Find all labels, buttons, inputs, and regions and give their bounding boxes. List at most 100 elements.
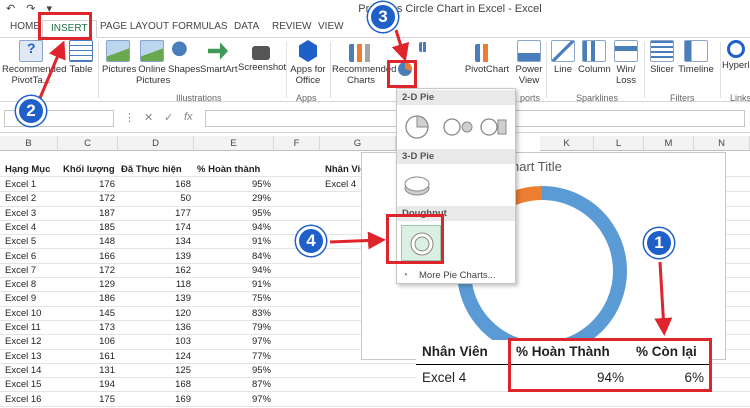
grid-cell[interactable]: Excel 3 — [2, 207, 58, 221]
column-header-b[interactable]: B — [0, 136, 58, 151]
grid-cell[interactable]: 84% — [194, 250, 274, 264]
grid-cell[interactable]: Excel 16 — [2, 393, 58, 407]
header-cell[interactable]: Khối lượng — [60, 163, 120, 177]
bar-chart-small-button[interactable] — [418, 42, 430, 54]
grid-cell[interactable]: 136 — [118, 321, 194, 335]
grid-cell[interactable]: Excel 14 — [2, 364, 58, 378]
grid-cell[interactable]: 83% — [194, 307, 274, 321]
grid-cell[interactable]: Excel 4 — [2, 221, 58, 235]
grid-cell[interactable]: 95% — [194, 178, 274, 192]
apps-for-office-button[interactable]: Apps for Office — [288, 40, 328, 86]
grid-cell[interactable]: 97% — [194, 393, 274, 407]
grid-cell[interactable]: 120 — [118, 307, 194, 321]
header-cell[interactable]: Hạng Mục — [2, 163, 58, 177]
grid-cell[interactable]: 106 — [60, 335, 118, 349]
grid-cell[interactable]: 169 — [118, 393, 194, 407]
pie-of-pie-option-icon[interactable] — [443, 118, 473, 136]
grid-cell[interactable]: 124 — [118, 350, 194, 364]
grid-cell[interactable]: 87% — [194, 378, 274, 392]
column-header-d[interactable]: D — [118, 136, 194, 151]
insert-function-icon[interactable]: fx — [184, 111, 193, 123]
grid-cell[interactable]: 129 — [60, 278, 118, 292]
power-view-button[interactable]: Power View — [514, 40, 544, 86]
grid-cell[interactable]: 139 — [118, 292, 194, 306]
grid-cell[interactable]: Excel 13 — [2, 350, 58, 364]
column-header-l[interactable]: L — [594, 136, 644, 151]
slicer-button[interactable]: Slicer — [648, 40, 676, 75]
grid-cell[interactable]: 185 — [60, 221, 118, 235]
column-header-g[interactable]: G — [320, 136, 396, 151]
recommended-charts-button[interactable]: Recommended Charts — [332, 40, 396, 86]
shapes-button[interactable]: Shapes — [168, 40, 200, 75]
tab-page-layout[interactable]: PAGE LAYOUT — [100, 21, 169, 32]
grid-cell[interactable]: Excel 9 — [2, 292, 58, 306]
grid-cell[interactable]: 186 — [60, 292, 118, 306]
table-cell[interactable]: Excel 4 — [416, 366, 510, 390]
grid-cell[interactable]: 75% — [194, 292, 274, 306]
grid-cell[interactable]: Excel 1 — [2, 178, 58, 192]
sparkline-line-button[interactable]: Line — [550, 40, 576, 75]
recommended-pivottables-button[interactable]: ? Recommended PivotTa... — [2, 40, 66, 86]
grid-cell[interactable]: 173 — [60, 321, 118, 335]
header-cell[interactable]: % Hoàn thành — [194, 163, 274, 177]
pivotchart-button[interactable]: PivotChart — [460, 40, 514, 75]
pictures-button[interactable]: Pictures — [102, 40, 136, 75]
grid-cell[interactable]: Excel 2 — [2, 192, 58, 206]
grid-cell[interactable]: 168 — [118, 178, 194, 192]
grid-cell[interactable]: 134 — [118, 235, 194, 249]
grid-cell[interactable]: 131 — [60, 364, 118, 378]
column-header-n[interactable]: N — [694, 136, 750, 151]
grid-cell[interactable]: 172 — [60, 264, 118, 278]
bar-of-pie-option-icon[interactable] — [480, 118, 507, 136]
grid-cell[interactable]: 79% — [194, 321, 274, 335]
grid-cell[interactable]: 176 — [60, 178, 118, 192]
grid-cell[interactable]: 139 — [118, 250, 194, 264]
table-header-cell[interactable]: Nhân Viên — [416, 340, 510, 364]
grid-cell[interactable]: 168 — [118, 378, 194, 392]
formula-bar-options-icon[interactable]: ⋮ — [124, 111, 135, 124]
pie-3d-option-icon[interactable] — [404, 176, 430, 196]
online-pictures-button[interactable]: Online Pictures — [136, 40, 170, 86]
confirm-entry-icon[interactable]: ✓ — [164, 111, 173, 124]
grid-cell[interactable]: Excel 11 — [2, 321, 58, 335]
grid-cell[interactable]: 118 — [118, 278, 194, 292]
grid-cell[interactable]: 29% — [194, 192, 274, 206]
grid-cell[interactable]: 95% — [194, 207, 274, 221]
grid-cell[interactable]: 94% — [194, 264, 274, 278]
grid-cell[interactable]: 103 — [118, 335, 194, 349]
tab-formulas[interactable]: FORMULAS — [172, 21, 228, 32]
grid-cell[interactable]: 162 — [118, 264, 194, 278]
column-header-c[interactable]: C — [58, 136, 118, 151]
grid-cell[interactable]: 177 — [118, 207, 194, 221]
column-header-f[interactable]: F — [274, 136, 320, 151]
timeline-button[interactable]: Timeline — [676, 40, 716, 75]
grid-cell[interactable]: Excel 5 — [2, 235, 58, 249]
hyperlink-button[interactable]: Hyperli — [722, 40, 750, 71]
grid-cell[interactable]: 125 — [118, 364, 194, 378]
grid-cell[interactable]: 166 — [60, 250, 118, 264]
tab-data[interactable]: DATA — [234, 21, 259, 32]
smartart-button[interactable]: SmartArt — [200, 40, 237, 75]
tab-review[interactable]: REVIEW — [272, 21, 311, 32]
grid-cell[interactable]: 95% — [194, 364, 274, 378]
grid-cell[interactable]: 187 — [60, 207, 118, 221]
column-header-m[interactable]: M — [644, 136, 694, 151]
grid-cell[interactable]: 97% — [194, 335, 274, 349]
cancel-entry-icon[interactable]: ✕ — [144, 111, 153, 124]
grid-cell[interactable]: 145 — [60, 307, 118, 321]
doughnut-slice-1[interactable] — [510, 186, 543, 206]
grid-cell[interactable]: 50 — [118, 192, 194, 206]
grid-cell[interactable]: 194 — [60, 378, 118, 392]
tab-view[interactable]: VIEW — [318, 21, 344, 32]
column-header-e[interactable]: E — [194, 136, 274, 151]
grid-cell[interactable]: 172 — [60, 192, 118, 206]
tab-home[interactable]: HOME — [10, 21, 40, 32]
sparkline-win-loss-button[interactable]: Win/ Loss — [612, 40, 640, 86]
grid-cell[interactable]: 175 — [60, 393, 118, 407]
grid-cell[interactable]: 94% — [194, 221, 274, 235]
grid-cell[interactable]: 161 — [60, 350, 118, 364]
grid-cell[interactable]: Excel 15 — [2, 378, 58, 392]
grid-cell[interactable]: 77% — [194, 350, 274, 364]
header-cell[interactable]: Đã Thực hiện — [118, 163, 194, 177]
pie-option-icon[interactable] — [405, 115, 429, 139]
